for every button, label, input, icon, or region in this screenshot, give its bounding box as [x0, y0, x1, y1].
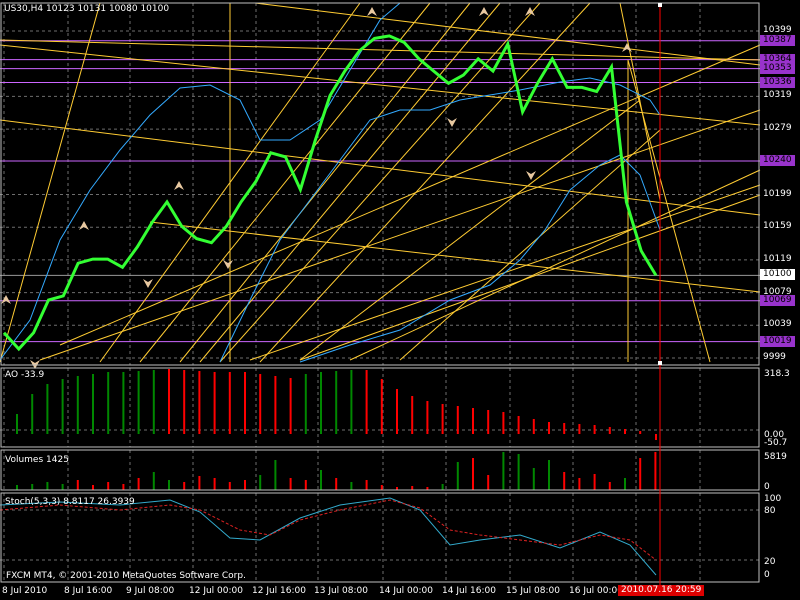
time-label: 8 Jul 2010: [2, 586, 48, 596]
fractal-up-arrow-icon: [79, 221, 89, 230]
volumes-title: Volumes 1425: [5, 455, 69, 465]
price-label: 10387: [760, 34, 795, 46]
stoch-level-0: 0: [764, 570, 770, 580]
trend-line: [299, 194, 761, 361]
volume-histogram: [16, 452, 657, 490]
price-label: 10353: [760, 62, 795, 74]
price-label: 10119: [763, 253, 792, 264]
time-label: 9 Jul 08:00: [126, 586, 175, 596]
ma-line: [219, 77, 661, 363]
price-label: 9999: [763, 352, 786, 362]
trend-line: [179, 2, 471, 363]
stoch-title: Stoch(5,3,3) 8.8117 26.3939: [5, 497, 135, 507]
trend-line: [349, 169, 761, 361]
fractal-down-arrow-icon: [223, 260, 233, 269]
price-label: 10019: [760, 335, 795, 347]
trend-lines: [0, 2, 761, 363]
trend-line: [199, 2, 501, 363]
trend-line: [259, 2, 591, 363]
ma-line: [0, 2, 401, 361]
trend-line: [139, 2, 431, 363]
price-label: 10159: [763, 221, 792, 232]
trend-line: [0, 2, 101, 363]
time-label: 16 Jul 00:00: [569, 586, 623, 596]
trend-line: [219, 2, 541, 363]
time-label: 15 Jul 08:00: [506, 586, 560, 596]
trend-line: [254, 2, 761, 66]
fractal-up-arrow-icon: [174, 181, 184, 190]
stoch-level-100: 100: [764, 494, 782, 504]
panel-frame: [0, 367, 760, 448]
fractal-down-arrow-icon: [447, 118, 457, 127]
time-label: 12 Jul 16:00: [252, 586, 306, 596]
volumes-scale-top: 5819: [764, 452, 787, 462]
ao-scale-top: 318.3: [764, 369, 790, 379]
price-label: 10069: [760, 294, 795, 306]
symbol-info: US30,H4 10123 10131 10080 10100: [4, 4, 170, 14]
price-label: 10279: [763, 123, 792, 134]
price-label: 10039: [763, 319, 792, 330]
stoch-level-80: 80: [764, 506, 776, 516]
price-label: 10100: [760, 269, 795, 281]
fractal-arrows: [1, 7, 632, 369]
trend-line: [149, 221, 761, 293]
cursor-top-marker: [658, 3, 662, 7]
time-label: 14 Jul 16:00: [442, 586, 496, 596]
volumes-scale-zero: 0: [764, 482, 770, 492]
price-label: 10199: [763, 188, 792, 199]
trend-line: [299, 99, 641, 361]
fractal-up-arrow-icon: [622, 43, 632, 52]
time-label: 14 Jul 00:00: [379, 586, 433, 596]
price-label: 10319: [763, 90, 792, 101]
trend-line: [619, 2, 661, 201]
panel-frame: [0, 449, 760, 491]
price-label: 10240: [760, 154, 795, 166]
chart-canvas[interactable]: [0, 0, 800, 600]
fractal-down-arrow-icon: [143, 279, 153, 288]
copyright-text: FXCM MT4, © 2001-2010 MetaQuotes Softwar…: [6, 571, 246, 581]
time-label: 12 Jul 00:00: [189, 586, 243, 596]
current-time-label: 2010.07.16 20:59: [618, 585, 705, 596]
ma-line: [299, 154, 661, 363]
fractal-up-arrow-icon: [1, 295, 11, 304]
fractal-down-arrow-icon: [526, 171, 536, 180]
ao-histogram: [16, 369, 657, 440]
time-label: 8 Jul 16:00: [64, 586, 113, 596]
price-label: 10336: [760, 76, 795, 88]
fractal-up-arrow-icon: [479, 7, 489, 16]
moving-averages: [0, 2, 661, 363]
cursor-bottom-marker: [658, 361, 662, 365]
fractal-up-arrow-icon: [367, 7, 377, 16]
trend-line: [0, 119, 761, 216]
time-label: 13 Jul 08:00: [314, 586, 368, 596]
stoch-level-20: 20: [764, 557, 776, 567]
ao-scale-bottom: -50.7: [764, 438, 788, 448]
ao-title: AO -33.9: [5, 370, 45, 380]
